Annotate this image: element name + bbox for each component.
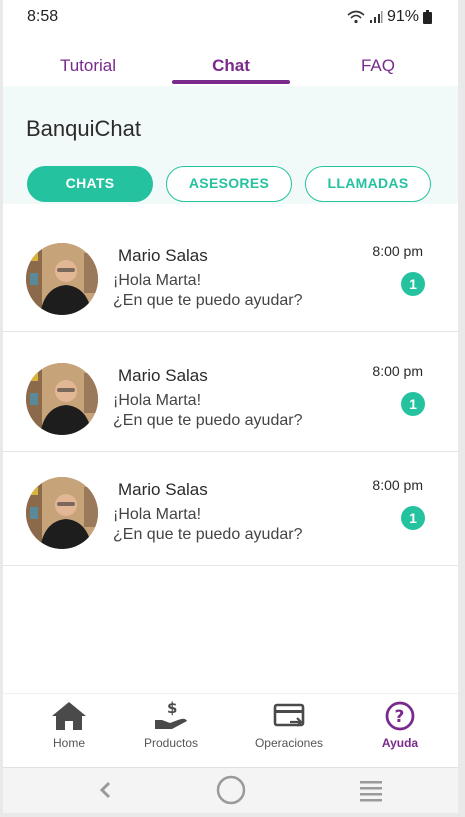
chat-message-preview: ¡Hola Marta! ¿En que te puedo ayudar?: [113, 391, 302, 431]
help-circle-icon: ?: [350, 700, 450, 732]
chat-list: Mario Salas ¡Hola Marta! ¿En que te pued…: [3, 212, 458, 566]
chat-timestamp: 8:00 pm: [372, 243, 423, 259]
unread-badge: 1: [401, 392, 425, 416]
svg-text:$: $: [167, 700, 177, 717]
system-navigation-bar: [3, 767, 458, 813]
signal-icon: [369, 10, 383, 24]
hand-money-icon: $: [121, 700, 221, 732]
avatar: [26, 243, 98, 315]
nav-operaciones[interactable]: Operaciones: [239, 694, 339, 764]
home-circle-icon[interactable]: [215, 772, 247, 813]
nav-home[interactable]: Home: [19, 694, 119, 764]
chat-header: BanquiChat CHATS ASESORES LLAMADAS: [3, 86, 458, 204]
unread-badge: 1: [401, 506, 425, 530]
avatar: [26, 477, 98, 549]
nav-ayuda[interactable]: ? Ayuda: [350, 694, 450, 764]
chat-message-line: ¿En que te puedo ayudar?: [113, 292, 303, 309]
nav-productos-label: Productos: [143, 736, 199, 750]
battery-level: 91%: [386, 8, 419, 25]
chat-message-preview: ¡Hola Marta! ¿En que te puedo ayudar?: [113, 271, 302, 311]
nav-productos[interactable]: $ Productos: [121, 694, 221, 764]
home-icon: [19, 700, 119, 732]
chat-message-line: ¿En que te puedo ayudar?: [113, 412, 303, 429]
battery-icon: [423, 10, 432, 24]
bottom-navigation: Home $ Productos Operaciones ? Ayuda: [3, 693, 458, 763]
active-tab-indicator: [172, 80, 290, 84]
filter-asesores-button[interactable]: ASESORES: [166, 166, 292, 202]
tab-faq[interactable]: FAQ: [318, 46, 438, 86]
status-bar: 8:58 91%: [3, 0, 458, 34]
status-time: 8:58: [27, 8, 59, 25]
wifi-icon: [347, 10, 365, 24]
nav-home-label: Home: [52, 736, 85, 750]
chat-message-line: ¿En que te puedo ayudar?: [113, 526, 303, 543]
page-title: BanquiChat: [26, 116, 141, 141]
nav-ayuda-label: Ayuda: [381, 736, 419, 750]
card-transfer-icon: [239, 700, 339, 732]
nav-operaciones-label: Operaciones: [254, 736, 324, 750]
unread-badge: 1: [401, 272, 425, 296]
avatar: [26, 363, 98, 435]
chat-message-line: ¡Hola Marta!: [113, 272, 202, 289]
chat-list-item[interactable]: Mario Salas ¡Hola Marta! ¿En que te pued…: [3, 452, 458, 566]
filter-chats-button[interactable]: CHATS: [27, 166, 153, 202]
status-indicators: 91%: [347, 8, 432, 26]
chat-list-item[interactable]: Mario Salas ¡Hola Marta! ¿En que te pued…: [3, 212, 458, 332]
chat-timestamp: 8:00 pm: [372, 477, 423, 493]
chat-list-item[interactable]: Mario Salas ¡Hola Marta! ¿En que te pued…: [3, 332, 458, 452]
svg-text:?: ?: [395, 707, 405, 727]
chat-message-line: ¡Hola Marta!: [113, 506, 202, 523]
chat-timestamp: 8:00 pm: [372, 363, 423, 379]
chat-contact-name: Mario Salas: [118, 366, 208, 385]
chat-message-preview: ¡Hola Marta! ¿En que te puedo ayudar?: [113, 505, 302, 545]
back-icon[interactable]: [95, 772, 117, 813]
chat-contact-name: Mario Salas: [118, 480, 208, 499]
filter-llamadas-button[interactable]: LLAMADAS: [305, 166, 431, 202]
phone-screen: 8:58 91% Tutorial Chat FAQ BanquiChat CH…: [3, 0, 458, 813]
tab-tutorial[interactable]: Tutorial: [28, 46, 148, 86]
chat-message-line: ¡Hola Marta!: [113, 392, 202, 409]
recent-apps-icon[interactable]: [359, 772, 383, 813]
chat-contact-name: Mario Salas: [118, 246, 208, 265]
